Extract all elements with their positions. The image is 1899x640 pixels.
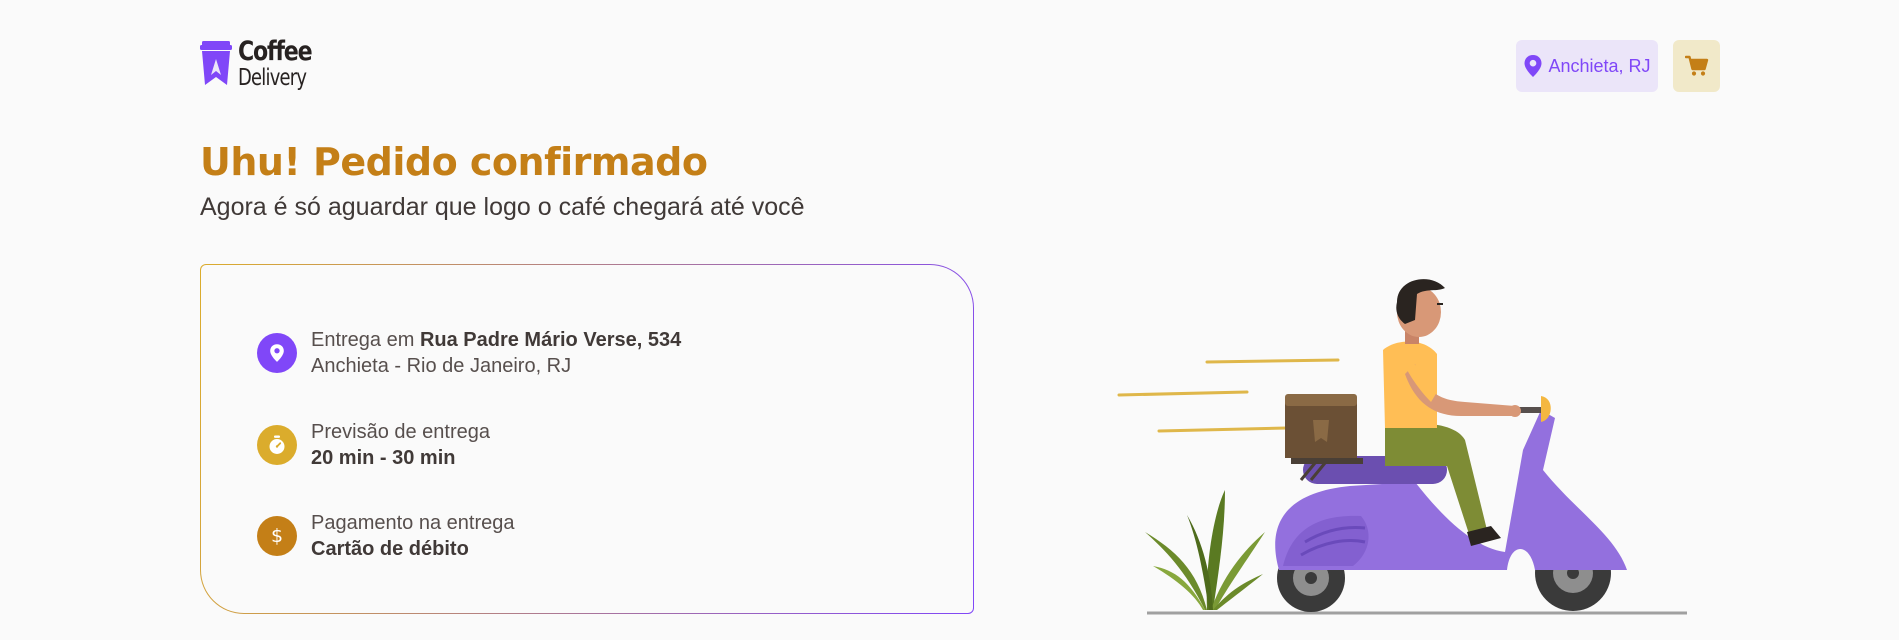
payment-method-row: $ Pagamento na entrega Cartão de débito: [257, 510, 515, 562]
map-pin-icon: [257, 333, 297, 373]
delivery-estimate-text: Previsão de entrega 20 min - 30 min: [311, 419, 490, 471]
page-title: Uhu! Pedido confirmado: [200, 140, 708, 184]
payment-method-text: Pagamento na entrega Cartão de débito: [311, 510, 515, 562]
delivery-prefix: Entrega em: [311, 329, 420, 351]
coffee-delivery-logo[interactable]: Coffee Delivery: [200, 38, 327, 90]
estimate-label: Previsão de entrega: [311, 421, 491, 443]
shopping-cart-icon: [1684, 55, 1708, 76]
payment-label: Pagamento na entrega: [311, 512, 515, 534]
location-label: Anchieta, RJ: [1548, 55, 1651, 76]
logo-line-2: Delivery: [238, 65, 307, 91]
coffee-cup-logo-icon: [200, 41, 232, 85]
speed-line: [1157, 426, 1289, 433]
currency-dollar-icon: $: [257, 516, 297, 556]
plant-icon: [1145, 490, 1265, 610]
cart-button[interactable]: [1673, 40, 1720, 92]
logo-wordmark: Coffee Delivery: [238, 38, 327, 90]
estimate-value: 20 min - 30 min: [311, 447, 456, 469]
logo-line-1: Coffee: [238, 36, 313, 67]
location-button[interactable]: Anchieta, RJ: [1516, 40, 1658, 92]
delivery-city: Anchieta - Rio de Janeiro, RJ: [311, 355, 572, 377]
order-info-card: Entrega em Rua Padre Mário Verse, 534 An…: [200, 264, 974, 614]
payment-value: Cartão de débito: [311, 538, 469, 560]
map-pin-icon: [1524, 55, 1542, 77]
delivery-estimate-row: Previsão de entrega 20 min - 30 min: [257, 419, 490, 471]
delivery-scooter-illustration: [1117, 279, 1687, 615]
timer-icon: [257, 425, 297, 465]
delivery-address-text: Entrega em Rua Padre Mário Verse, 534 An…: [311, 327, 681, 379]
delivery-address-row: Entrega em Rua Padre Mário Verse, 534 An…: [257, 327, 681, 379]
page-subtitle: Agora é só aguardar que logo o café cheg…: [200, 193, 805, 221]
delivery-street: Rua Padre Mário Verse, 534: [419, 329, 682, 351]
speed-line: [1117, 390, 1249, 397]
speed-line: [1205, 358, 1340, 364]
